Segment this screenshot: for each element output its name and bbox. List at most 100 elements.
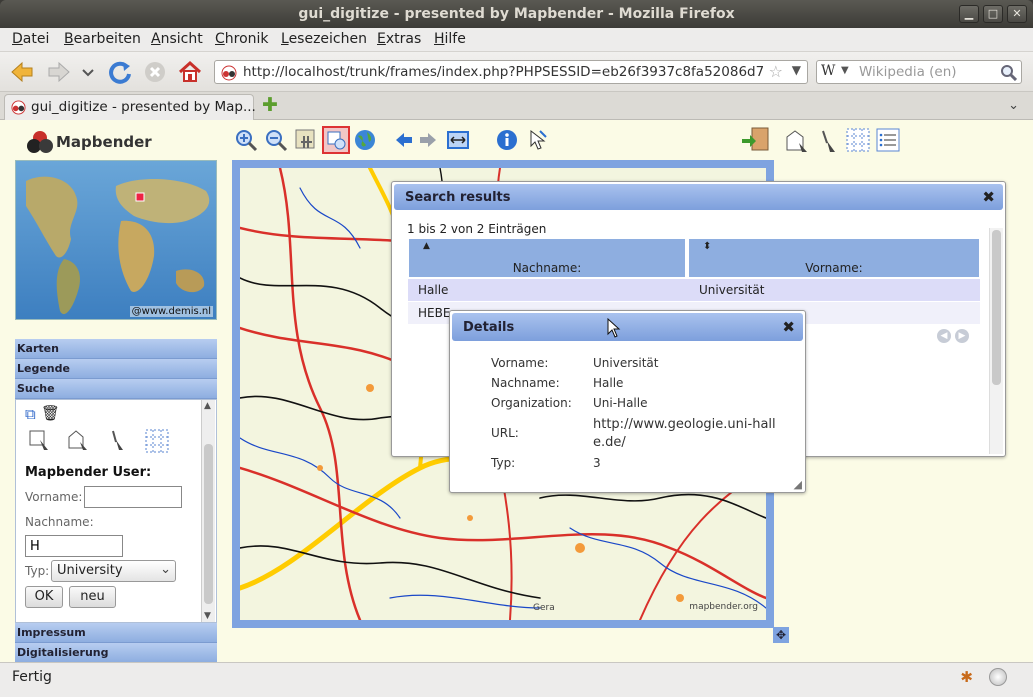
scrollbar-thumb[interactable] xyxy=(204,444,213,604)
menu-datei[interactable]: Datei xyxy=(12,31,49,47)
search-form-title: Mapbender User: xyxy=(25,465,152,480)
search-bar[interactable]: W ▼ Wikipedia (en) xyxy=(816,60,1022,84)
column-header-vorname[interactable]: ⬍ Vorname: xyxy=(688,238,980,278)
grid-select-icon[interactable] xyxy=(144,428,170,454)
feature-info-icon[interactable] xyxy=(495,128,519,152)
detail-key: URL: xyxy=(491,426,519,440)
map-credit: mapbender.org xyxy=(689,602,758,612)
menu-ansicht[interactable]: Ansicht xyxy=(151,31,203,47)
list-tool-icon[interactable] xyxy=(875,127,901,153)
forward-icon[interactable] xyxy=(46,59,72,85)
tab-site-icon xyxy=(11,100,26,115)
wikipedia-icon[interactable]: W xyxy=(821,63,835,79)
selection-zoom-icon[interactable] xyxy=(322,126,350,154)
grid-tool-icon[interactable] xyxy=(845,127,871,153)
menu-lesezeichen[interactable]: Lesezeichen xyxy=(281,31,367,47)
menu-chronik[interactable]: Chronik xyxy=(215,31,269,47)
table-cell: HEBE xyxy=(418,306,451,320)
menu-bearbeiten[interactable]: Bearbeiten xyxy=(64,31,141,47)
navigation-toolbar: http://localhost/trunk/frames/index.php?… xyxy=(0,52,1033,92)
zoom-out-icon[interactable] xyxy=(264,128,288,152)
status-indicator-icon[interactable] xyxy=(989,668,1007,686)
next-page-icon[interactable]: ▶ xyxy=(955,329,969,343)
accordion-impressum[interactable]: Impressum xyxy=(15,623,217,643)
stop-icon[interactable] xyxy=(142,59,168,85)
next-extent-icon[interactable] xyxy=(418,132,438,148)
url-dropdown-icon[interactable]: ▼ xyxy=(792,63,801,77)
accordion-karten[interactable]: Karten xyxy=(15,339,217,359)
new-search-icon[interactable]: ⧉ xyxy=(25,405,36,423)
history-dropdown-icon[interactable] xyxy=(80,59,96,85)
bookmark-star-icon[interactable]: ☆ xyxy=(769,62,783,81)
browser-tab[interactable]: gui_digitize - presented by Map... xyxy=(4,94,256,120)
details-title: Details xyxy=(463,320,515,335)
scroll-up-icon[interactable]: ▲ xyxy=(204,401,211,411)
previous-extent-icon[interactable] xyxy=(394,132,414,148)
digitize-line-tool-icon[interactable] xyxy=(818,128,840,154)
status-text: Fertig xyxy=(12,669,52,685)
search-results-header[interactable]: Search results ✖ xyxy=(394,184,1003,210)
column-header-nachname[interactable]: ▲ Nachname: xyxy=(408,238,686,278)
table-cell: Universität xyxy=(699,283,765,297)
trash-icon[interactable]: 🗑 xyxy=(41,404,60,422)
detail-key: Nachname: xyxy=(491,376,560,390)
measure-pointer-icon[interactable] xyxy=(526,128,550,152)
digitize-polygon-icon[interactable] xyxy=(66,428,90,452)
tab-list-icon[interactable]: ⌄ xyxy=(1008,98,1019,113)
menu-extras[interactable]: Extras xyxy=(377,31,421,47)
column-header-vorname-label: Vorname: xyxy=(805,261,863,275)
minimize-button[interactable]: ▁ xyxy=(959,5,979,23)
scroll-down-icon[interactable]: ▼ xyxy=(204,611,211,621)
reload-icon[interactable] xyxy=(107,59,133,85)
detail-url-value[interactable]: http://www.geologie.uni-halle.de/ xyxy=(593,416,783,452)
menu-hilfe[interactable]: Hilfe xyxy=(434,31,466,47)
search-panel-scrollbar[interactable]: ▲ ▼ xyxy=(201,400,215,622)
world-map-image xyxy=(26,176,210,315)
search-engine-dropdown-icon[interactable]: ▼ xyxy=(841,65,849,76)
ok-button[interactable]: OK xyxy=(25,586,63,608)
digitize-tool-icon[interactable] xyxy=(740,126,770,154)
results-scrollbar-thumb[interactable] xyxy=(992,230,1001,385)
digitize-line-icon[interactable] xyxy=(108,428,128,452)
detail-key: Organization: xyxy=(491,396,572,410)
detail-value: 3 xyxy=(593,456,601,470)
back-icon[interactable] xyxy=(9,59,35,85)
close-icon[interactable]: ✖ xyxy=(782,318,795,336)
mapbender-logo-text: Mapbender xyxy=(56,133,152,151)
tab-label: gui_digitize - presented by Map... xyxy=(31,99,256,115)
vorname-input[interactable] xyxy=(84,486,182,508)
close-window-button[interactable]: ✕ xyxy=(1007,5,1027,23)
map-city-label: Gera xyxy=(533,603,555,613)
status-bar: Fertig ✱ xyxy=(0,662,1033,697)
new-tab-icon[interactable]: ✚ xyxy=(262,94,278,116)
nachname-label: Nachname: xyxy=(25,515,94,529)
pan-icon[interactable] xyxy=(294,128,318,152)
nachname-input[interactable] xyxy=(25,535,123,557)
map-resize-icon[interactable]: ✥ xyxy=(773,627,789,643)
search-icon[interactable] xyxy=(1000,64,1017,81)
overview-map[interactable]: @www.demis.nl xyxy=(15,160,217,320)
home-icon[interactable] xyxy=(177,59,203,85)
results-scrollbar[interactable] xyxy=(989,228,1003,454)
full-extent-icon[interactable] xyxy=(446,128,470,152)
maximize-button[interactable]: □ xyxy=(983,5,1003,23)
close-icon[interactable]: ✖ xyxy=(982,188,995,206)
typ-select[interactable]: University ⌄ xyxy=(51,560,176,582)
zoom-in-icon[interactable] xyxy=(234,128,258,152)
table-row[interactable]: Halle Universität xyxy=(408,279,980,301)
accordion-suche[interactable]: Suche xyxy=(15,379,217,399)
digitize-point-icon[interactable] xyxy=(28,428,52,452)
firebug-icon[interactable]: ✱ xyxy=(960,668,973,686)
accordion-digitalisierung[interactable]: Digitalisierung xyxy=(15,643,217,663)
globe-icon[interactable] xyxy=(353,128,377,152)
detail-value: Uni-Halle xyxy=(593,396,648,410)
accordion-legende[interactable]: Legende xyxy=(15,359,217,379)
site-icon xyxy=(221,65,237,81)
sort-asc-icon: ▲ xyxy=(423,241,430,251)
url-bar[interactable]: http://localhost/trunk/frames/index.php?… xyxy=(214,60,808,84)
new-button[interactable]: neu xyxy=(69,586,116,608)
digitize-polygon-tool-icon[interactable] xyxy=(784,128,810,154)
previous-page-icon[interactable]: ◀ xyxy=(937,329,951,343)
resize-grip-icon[interactable]: ◢ xyxy=(794,478,802,491)
details-header[interactable]: Details ✖ xyxy=(452,313,803,341)
